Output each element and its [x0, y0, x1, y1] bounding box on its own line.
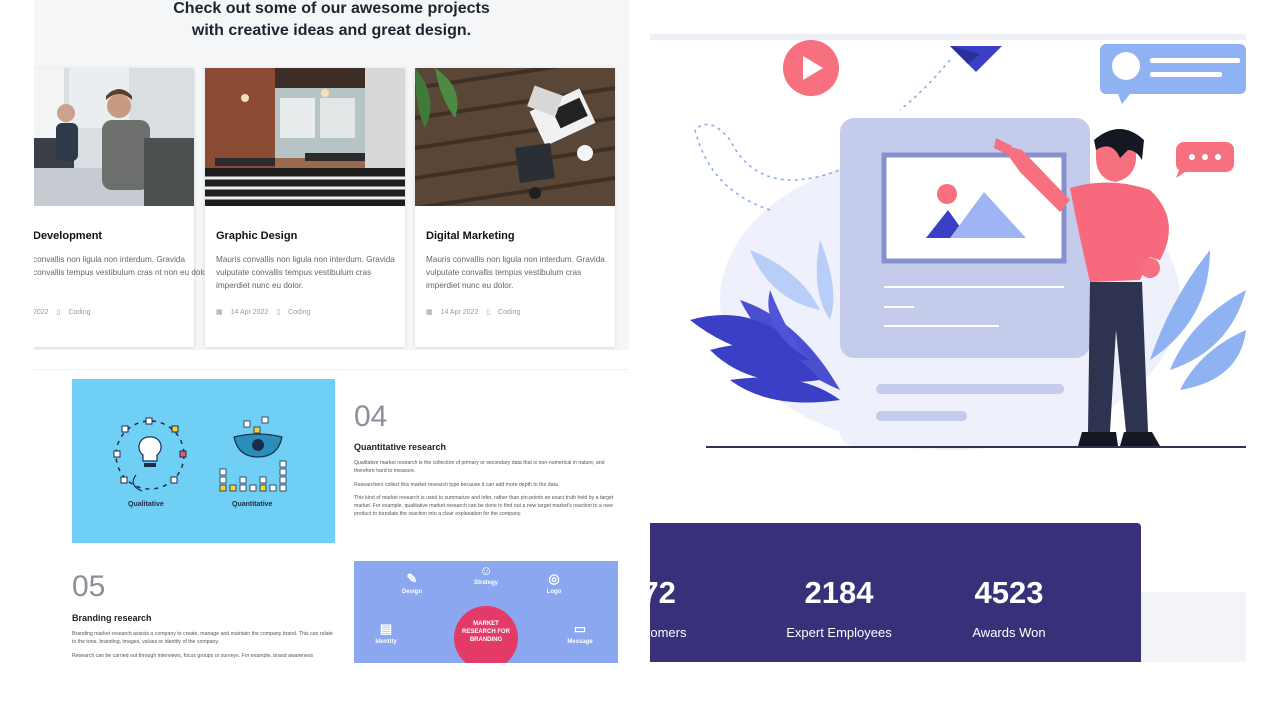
calendar-icon: ▦	[426, 309, 433, 316]
card-title[interactable]: Graphic Design	[216, 230, 297, 242]
project-image-loft-office	[205, 68, 405, 206]
card-date: 14 Apr 2022	[230, 309, 269, 316]
brand-center-badge: MARKET RESEARCH FOR BRANDING	[454, 606, 518, 663]
brand-item-design: ✎ Design	[382, 571, 442, 595]
card-description: Mauris convallis non ligula non interdum…	[426, 255, 605, 290]
qualitative-caption: Qualitative	[128, 501, 164, 508]
research-section: Qualitative Quantitative 04 Quantitative…	[34, 369, 629, 663]
card-meta: 2022 ▯ Coding	[34, 308, 97, 316]
document-icon: ▯	[276, 309, 281, 316]
typing-bubble-icon	[1176, 142, 1234, 178]
card-title[interactable]: Development	[34, 230, 102, 242]
branding-paragraph-1: Branding market research assists a compa…	[72, 631, 333, 645]
pen-nib-icon: ◎	[548, 571, 560, 586]
qualitative-quantitative-illustration: Qualitative Quantitative	[72, 379, 335, 543]
card-meta: ▦ 14 Apr 2022 ▯ Coding	[216, 308, 316, 316]
card-tag[interactable]: Coding	[288, 309, 310, 316]
stat-value: 472	[650, 575, 676, 610]
quantitative-paragraph-2: Researchers collect this market research…	[354, 482, 560, 488]
stat-awards: 4523 Awards Won	[914, 573, 1104, 640]
project-card-graphic-design[interactable]: Graphic Design Mauris convallis non ligu…	[205, 68, 405, 347]
branding-research-illustration: ✎ Design ☺ Strategy ◎ Logo ▤ Identity ▭ Messa…	[354, 561, 618, 663]
quantitative-paragraph-3: This kind of market research is used to …	[354, 495, 614, 517]
card-meta: ▦ 14 Apr 2022 ▯ Coding	[426, 308, 526, 316]
calendar-icon: ▦	[216, 309, 223, 316]
brand-center-text: MARKET RESEARCH FOR BRANDING	[461, 621, 510, 643]
card-description: Mauris convallis non ligula non interdum…	[216, 255, 395, 290]
card-tag[interactable]: Coding	[68, 309, 90, 316]
projects-section: Check out some of our awesome projects w…	[34, 0, 629, 350]
project-image-desk-topview	[415, 68, 615, 206]
head-gear-icon: ☺	[479, 563, 493, 578]
project-image-office-workers	[34, 68, 194, 206]
pencil-ruler-icon: ✎	[406, 571, 418, 586]
stat-value: 4523	[974, 575, 1044, 610]
projects-heading-line2: with creative ideas and great design.	[191, 22, 472, 39]
stat-value: 2184	[804, 575, 874, 610]
document-icon: ▯	[486, 309, 491, 316]
brand-item-message: ▭ Message	[550, 621, 610, 645]
projects-heading: Check out some of our awesome projects w…	[34, 0, 629, 42]
card-description: convallis non ligula non interdum. Gravi…	[34, 255, 212, 277]
chat-bubble-icon: ▭	[573, 621, 587, 636]
quantitative-paragraph-1: Qualitative market research is the colle…	[354, 460, 605, 474]
project-card-digital-marketing[interactable]: Digital Marketing Mauris convallis non l…	[415, 68, 615, 347]
document-icon: ▯	[56, 309, 61, 316]
branding-paragraph-2: Research can be carried out through inte…	[72, 653, 314, 659]
brand-item-strategy: ☺ Strategy	[456, 563, 516, 586]
stat-label: Expert Employees	[786, 625, 892, 640]
ground-line	[706, 446, 1246, 448]
card-tag[interactable]: Coding	[498, 309, 520, 316]
top-divider	[650, 34, 1246, 40]
card-date: 14 Apr 2022	[440, 309, 479, 316]
branding-research-title: Branding research	[72, 613, 152, 623]
paper-plane-icon	[899, 46, 1002, 111]
section-number: 04	[354, 400, 388, 433]
brand-item-identity: ▤ Identity	[356, 621, 416, 645]
document-card	[840, 118, 1090, 446]
stat-label: y Customers	[650, 625, 687, 640]
project-card-development[interactable]: Development convallis non ligula non int…	[34, 68, 211, 347]
hero-illustration	[650, 0, 1246, 462]
quantitative-caption: Quantitative	[232, 501, 273, 508]
section-number: 05	[72, 570, 106, 603]
play-icon	[783, 40, 839, 96]
brand-item-logo: ◎ Logo	[524, 571, 584, 595]
card-title[interactable]: Digital Marketing	[426, 230, 515, 242]
stat-label: Awards Won	[972, 625, 1046, 640]
stats-section: 472 y Customers 2184 Expert Employees 45…	[650, 523, 1141, 662]
quantitative-research-title: Quantitative research	[354, 442, 447, 452]
stats-background-block	[1141, 592, 1246, 662]
projects-heading-line1: Check out some of our awesome projects	[173, 0, 490, 17]
card-date: 2022	[34, 309, 49, 316]
id-card-icon: ▤	[379, 621, 393, 636]
stat-employees: 2184 Expert Employees	[744, 573, 934, 640]
profile-chat-bubble-icon	[1100, 44, 1246, 104]
stat-customers: 472 y Customers	[650, 573, 745, 640]
